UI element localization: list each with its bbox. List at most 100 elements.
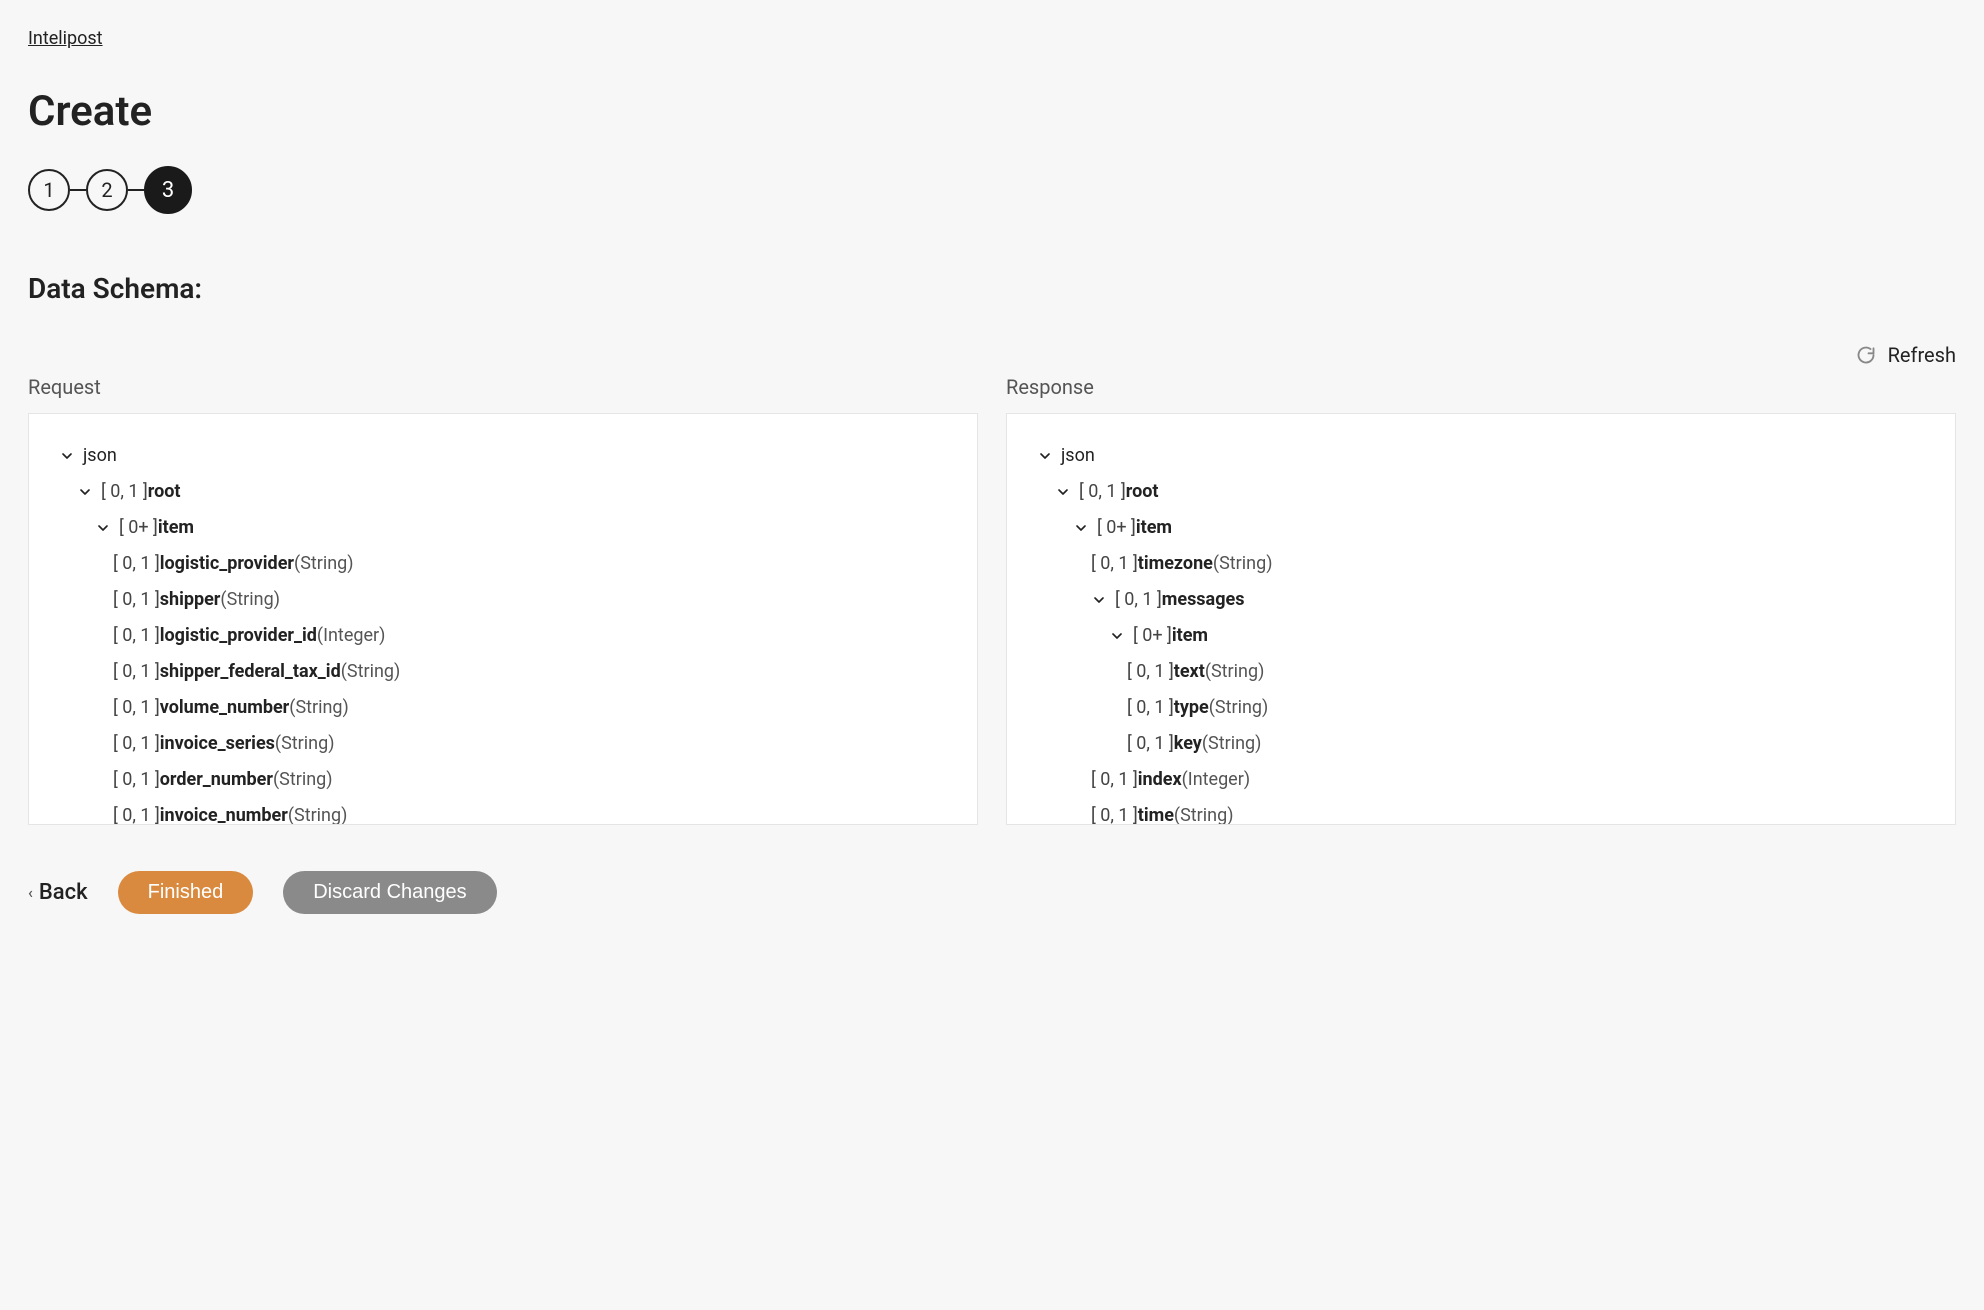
field-type: String (1202, 726, 1262, 762)
refresh-button[interactable]: Refresh (28, 343, 1956, 367)
cardinality: 0, 1 (1091, 798, 1138, 825)
request-column: Request json0, 1root0+item0, 1logistic_p… (28, 375, 978, 825)
step-connector (128, 189, 144, 191)
step-connector (70, 189, 86, 191)
chevron-down-icon[interactable] (1037, 448, 1053, 464)
chevron-left-icon: ‹ (28, 883, 33, 902)
field-type: Integer (317, 618, 385, 654)
cardinality: 0, 1 (1091, 762, 1138, 798)
tree-node[interactable]: 0, 1order_numberString (59, 762, 947, 798)
tree-node[interactable]: 0, 1logistic_providerString (59, 546, 947, 582)
tree-node[interactable]: 0, 1messages (1037, 582, 1925, 618)
tree-node[interactable]: 0, 1logistic_provider_idInteger (59, 618, 947, 654)
tree-node[interactable]: 0, 1timeString (1037, 798, 1925, 825)
cardinality: 0, 1 (1115, 582, 1162, 618)
tree-node[interactable]: 0, 1root (59, 474, 947, 510)
tree-node[interactable]: 0, 1root (1037, 474, 1925, 510)
tree-node[interactable]: 0, 1shipper_federal_tax_idString (59, 654, 947, 690)
field-name: logistic_provider_id (160, 618, 317, 654)
tree-root[interactable]: json (59, 438, 947, 474)
field-name: order_number (160, 762, 273, 798)
chevron-down-icon[interactable] (1091, 592, 1107, 608)
section-title: Data Schema: (28, 272, 1956, 305)
finished-button[interactable]: Finished (118, 871, 254, 914)
tree-node[interactable]: 0+item (59, 510, 947, 546)
field-name: messages (1162, 582, 1245, 618)
tree-node[interactable]: 0, 1invoice_seriesString (59, 726, 947, 762)
field-name: shipper_federal_tax_id (160, 654, 341, 690)
request-panel[interactable]: json0, 1root0+item0, 1logistic_providerS… (28, 413, 978, 825)
back-label: Back (39, 880, 88, 905)
chevron-down-icon[interactable] (77, 484, 93, 500)
cardinality: 0, 1 (113, 762, 160, 798)
tree-root[interactable]: json (1037, 438, 1925, 474)
field-type: String (1209, 690, 1269, 726)
field-name: root (1126, 474, 1159, 510)
discard-button[interactable]: Discard Changes (283, 871, 496, 914)
tree-node[interactable]: 0, 1volume_numberString (59, 690, 947, 726)
tree-node[interactable]: 0+item (1037, 618, 1925, 654)
cardinality: 0, 1 (113, 798, 160, 825)
page-title: Create (28, 87, 1956, 136)
field-name: key (1174, 726, 1202, 762)
field-type: String (220, 582, 280, 618)
chevron-down-icon[interactable] (59, 448, 75, 464)
step-2[interactable]: 2 (86, 169, 128, 211)
cardinality: 0+ (1133, 618, 1172, 654)
response-column: Response json0, 1root0+item0, 1timezoneS… (1006, 375, 1956, 825)
field-name: item (158, 510, 194, 546)
field-type: String (341, 654, 401, 690)
tree-root-label: json (83, 438, 117, 474)
cardinality: 0, 1 (113, 654, 160, 690)
cardinality: 0, 1 (1127, 726, 1174, 762)
tree-node[interactable]: 0, 1timezoneString (1037, 546, 1925, 582)
field-type: String (273, 762, 333, 798)
back-button[interactable]: ‹ Back (28, 880, 88, 905)
field-type: String (288, 798, 348, 825)
field-name: index (1138, 762, 1182, 798)
tree-node[interactable]: 0, 1keyString (1037, 726, 1925, 762)
field-name: item (1136, 510, 1172, 546)
chevron-down-icon[interactable] (1073, 520, 1089, 536)
step-1[interactable]: 1 (28, 169, 70, 211)
request-label: Request (28, 375, 978, 399)
field-type: String (294, 546, 354, 582)
cardinality: 0, 1 (1127, 690, 1174, 726)
tree-node[interactable]: 0, 1textString (1037, 654, 1925, 690)
field-type: String (1205, 654, 1265, 690)
cardinality: 0, 1 (101, 474, 148, 510)
chevron-down-icon[interactable] (1109, 628, 1125, 644)
tree-node[interactable]: 0, 1shipperString (59, 582, 947, 618)
cardinality: 0, 1 (1091, 546, 1138, 582)
breadcrumb[interactable]: Intelipost (28, 28, 103, 49)
field-name: volume_number (160, 690, 290, 726)
chevron-down-icon[interactable] (95, 520, 111, 536)
chevron-down-icon[interactable] (1055, 484, 1071, 500)
tree-node[interactable]: 0, 1indexInteger (1037, 762, 1925, 798)
tree-node[interactable]: 0, 1typeString (1037, 690, 1925, 726)
field-name: invoice_number (160, 798, 288, 825)
tree-node[interactable]: 0, 1invoice_numberString (59, 798, 947, 825)
field-type: String (1213, 546, 1273, 582)
stepper: 1 2 3 (28, 166, 1956, 214)
field-type: String (289, 690, 349, 726)
cardinality: 0, 1 (1079, 474, 1126, 510)
refresh-label: Refresh (1888, 343, 1956, 367)
cardinality: 0, 1 (113, 618, 160, 654)
field-name: item (1172, 618, 1208, 654)
cardinality: 0, 1 (113, 690, 160, 726)
tree-node[interactable]: 0+item (1037, 510, 1925, 546)
field-name: logistic_provider (160, 546, 294, 582)
cardinality: 0+ (119, 510, 158, 546)
field-type: String (1174, 798, 1234, 825)
response-label: Response (1006, 375, 1956, 399)
field-name: invoice_series (160, 726, 275, 762)
response-panel[interactable]: json0, 1root0+item0, 1timezoneString0, 1… (1006, 413, 1956, 825)
field-name: shipper (160, 582, 221, 618)
field-name: timezone (1138, 546, 1213, 582)
field-type: String (275, 726, 335, 762)
field-type: Integer (1182, 762, 1250, 798)
footer: ‹ Back Finished Discard Changes (28, 871, 1956, 914)
field-name: root (148, 474, 181, 510)
step-3[interactable]: 3 (144, 166, 192, 214)
